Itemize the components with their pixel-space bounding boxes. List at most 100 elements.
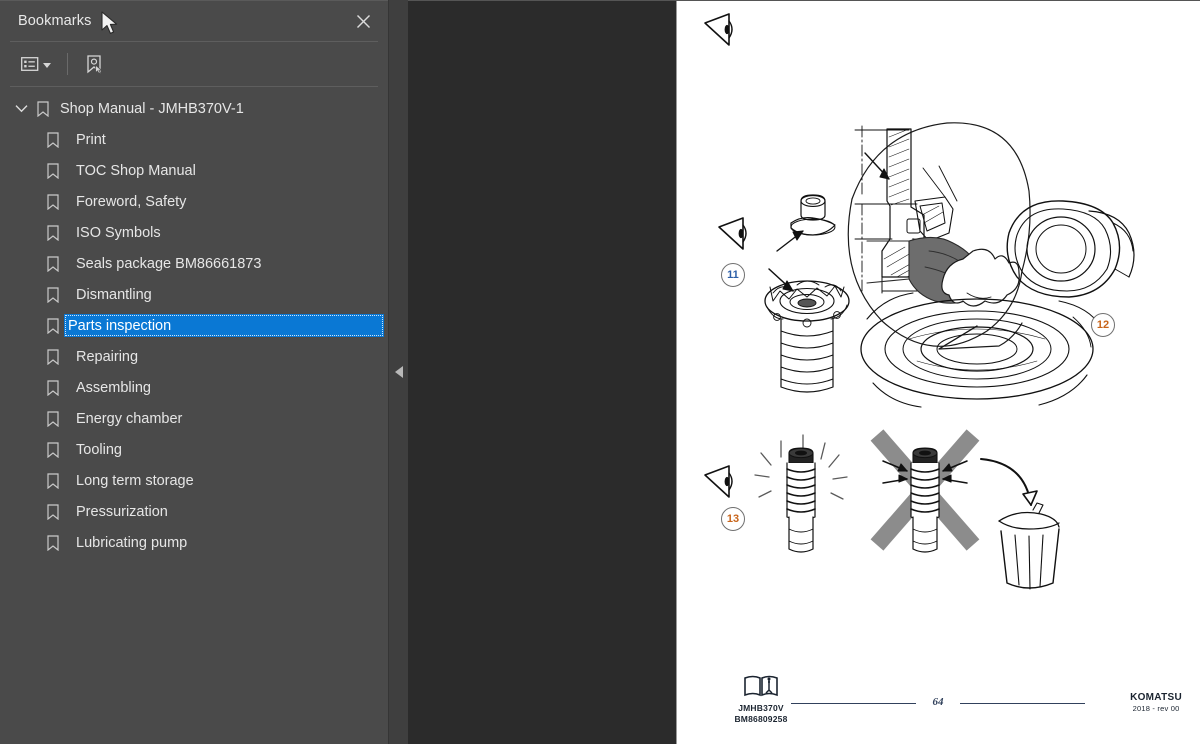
bookmark-icon xyxy=(42,255,64,272)
bookmark-item[interactable]: TOC Shop Manual xyxy=(0,155,388,186)
manual-book-icon xyxy=(744,675,778,697)
footer-rule-right xyxy=(960,703,1085,704)
bookmark-icon xyxy=(42,131,64,148)
bookmark-item[interactable]: Dismantling xyxy=(0,279,388,310)
bookmark-item-selected[interactable]: Parts inspection xyxy=(64,314,384,337)
bookmark-item[interactable]: Tooling xyxy=(0,434,388,465)
bookmark-item-label: Dismantling xyxy=(76,286,152,303)
bookmark-item-label: Long term storage xyxy=(76,472,194,489)
brand-revision: 2018 - rev 00 xyxy=(1132,704,1180,713)
bookmark-item[interactable]: Foreword, Safety xyxy=(0,186,388,217)
close-icon xyxy=(356,14,370,28)
bookmark-item[interactable]: Long term storage xyxy=(0,465,388,496)
bookmark-item-label: Pressurization xyxy=(76,503,168,520)
bookmark-icon xyxy=(42,193,64,210)
step-badge-12: 12 xyxy=(1091,313,1115,337)
bookmark-item-label: TOC Shop Manual xyxy=(76,162,196,179)
bookmark-options-button[interactable] xyxy=(18,52,54,76)
bookmark-item-row[interactable]: Energy chamber xyxy=(68,407,388,430)
flat-seal-assembly xyxy=(860,292,1102,408)
bookmark-item-row[interactable]: TOC Shop Manual xyxy=(68,159,388,182)
technical-illustrations xyxy=(704,13,1135,590)
page-number: 64 xyxy=(932,696,944,708)
view-direction-eye-icon xyxy=(718,217,747,250)
bookmark-item-label: ISO Symbols xyxy=(76,224,161,241)
bookmark-item-row[interactable]: Repairing xyxy=(68,345,388,368)
bookmark-icon xyxy=(42,317,64,334)
bookmark-item-label: Energy chamber xyxy=(76,410,183,427)
bookmark-item-label: Tooling xyxy=(76,441,122,458)
footer-model-code: JMHB370V xyxy=(738,703,784,713)
bookmark-item[interactable]: Assembling xyxy=(0,372,388,403)
bookmark-item[interactable]: Pressurization xyxy=(0,496,388,527)
bookmark-icon xyxy=(42,286,64,303)
view-direction-eye-icon xyxy=(704,13,733,46)
page-footer: JMHB370V BM86809258 64 KOMATSU 2018 - re… xyxy=(677,674,1200,730)
bookmark-item[interactable]: ISO Symbols xyxy=(0,217,388,248)
bookmark-item-label: Parts inspection xyxy=(68,317,172,334)
threaded-tool-part xyxy=(764,268,850,393)
bookmark-root-label: Shop Manual - JMHB370V-1 xyxy=(60,100,244,117)
bookmark-item-row[interactable]: Tooling xyxy=(68,438,388,461)
footer-rule-left xyxy=(791,703,916,704)
seal-ring-part xyxy=(1006,200,1135,298)
bookmark-item-row[interactable]: Foreword, Safety xyxy=(68,190,388,213)
bookmark-item[interactable]: Parts inspection xyxy=(0,310,388,341)
reject-part-marker xyxy=(870,429,980,553)
chevron-down-icon[interactable] xyxy=(10,104,32,113)
bookmark-root-node[interactable]: Shop Manual - JMHB370V-1 xyxy=(0,93,388,124)
footer-brand-block: KOMATSU 2018 - rev 00 xyxy=(1130,692,1182,713)
bookmark-item[interactable]: Lubricating pump xyxy=(0,527,388,558)
bookmark-item-label: Repairing xyxy=(76,348,139,365)
pdf-reader-window: Bookmarks Shop Manual - JMHB370V-1 Print… xyxy=(0,0,1200,744)
bookmark-icon xyxy=(42,162,64,179)
good-part-shining xyxy=(754,434,848,553)
step-badge-13-digit: 13 xyxy=(726,513,740,525)
bookmark-item-row[interactable]: Dismantling xyxy=(68,283,388,306)
bookmark-item-label: Foreword, Safety xyxy=(76,193,187,210)
bookmark-children: Print TOC Shop Manual Foreword, Safety ISO … xyxy=(0,124,388,558)
bookmark-item-label: Seals package BM86661873 xyxy=(76,255,262,272)
step-badge-11: 11 xyxy=(721,263,745,287)
bookmark-icon xyxy=(42,472,64,489)
bookmark-icon xyxy=(42,441,64,458)
new-bookmark-icon xyxy=(87,55,103,74)
magnified-cross-section-callout xyxy=(847,122,1031,350)
figure-area: 11 12 13 xyxy=(677,1,1200,744)
bookmark-item-row[interactable]: ISO Symbols xyxy=(68,221,388,244)
bookmark-item[interactable]: Repairing xyxy=(0,341,388,372)
bookmarks-panel: Bookmarks Shop Manual - JMHB370V-1 Print… xyxy=(0,0,388,744)
bookmark-icon xyxy=(42,503,64,520)
step-badge-11-digit1: 11 xyxy=(727,269,739,281)
collapse-left-icon xyxy=(394,366,403,378)
brand-name: KOMATSU xyxy=(1130,692,1182,703)
new-bookmark-button[interactable] xyxy=(81,50,107,78)
bookmarks-panel-header: Bookmarks xyxy=(0,1,388,41)
bookmark-item-row[interactable]: Seals package BM86661873 xyxy=(68,252,388,275)
close-panel-button[interactable] xyxy=(350,8,376,34)
panel-collapse-handle[interactable] xyxy=(388,0,408,744)
bookmark-icon xyxy=(42,410,64,427)
step-badge-13: 13 xyxy=(721,507,745,531)
bookmark-item-label: Print xyxy=(76,131,106,148)
bookmark-item-row[interactable]: Pressurization xyxy=(68,500,388,523)
bookmarks-toolbar xyxy=(0,42,388,86)
panel-title: Bookmarks xyxy=(18,13,92,29)
bookmark-icon xyxy=(42,224,64,241)
hand-wiping-seal xyxy=(866,236,1020,307)
bookmark-item[interactable]: Print xyxy=(0,124,388,155)
bookmark-icon xyxy=(42,379,64,396)
bookmark-item-row[interactable]: Print xyxy=(68,128,388,151)
footer-part-code: BM86809258 xyxy=(734,714,788,724)
document-viewer[interactable]: 11 12 13 JMHB370V BM86809258 64 KOMATSU … xyxy=(408,0,1200,744)
bookmark-item[interactable]: Seals package BM86661873 xyxy=(0,248,388,279)
bookmark-item-row[interactable]: Lubricating pump xyxy=(68,531,388,554)
bookmark-icon xyxy=(32,100,54,117)
bookmark-item-row[interactable]: Long term storage xyxy=(68,469,388,492)
document-page: 11 12 13 JMHB370V BM86809258 64 KOMATSU … xyxy=(676,1,1200,744)
bookmark-item[interactable]: Energy chamber xyxy=(0,403,388,434)
footer-manual-block: JMHB370V BM86809258 xyxy=(711,674,811,725)
list-options-icon xyxy=(21,57,39,71)
chevron-down-icon xyxy=(43,63,51,68)
bookmark-item-row[interactable]: Assembling xyxy=(68,376,388,399)
